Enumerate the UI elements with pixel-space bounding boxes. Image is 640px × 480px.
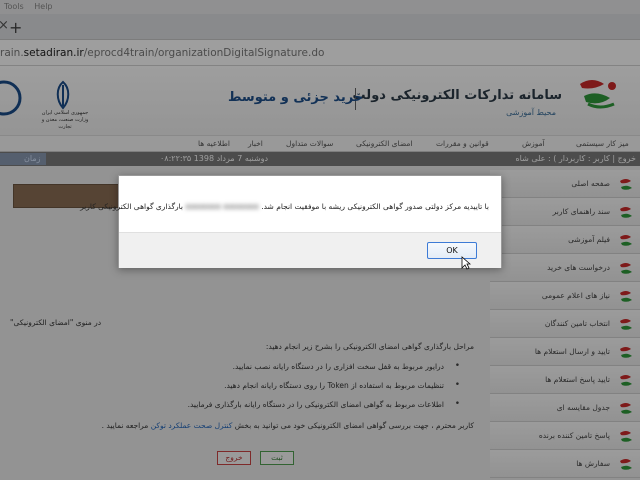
alert-dialog: با تاییدیه مرکز دولتی صدور گواهی الکترون… — [80, 175, 502, 268]
mouse-cursor-icon — [461, 256, 471, 270]
dialog-message-redacted: xxxxxxxx xxxxxxxx — [185, 202, 259, 211]
dialog-message: با تاییدیه مرکز دولتی صدور گواهی الکترون… — [80, 202, 489, 211]
dialog-footer: OK — [119, 232, 501, 268]
dialog-message-end: بارگذاری گواهی الکترونیکی کاربر — [80, 202, 184, 211]
dialog-message-start: با تاییدیه مرکز دولتی صدور گواهی الکترون… — [261, 202, 489, 211]
